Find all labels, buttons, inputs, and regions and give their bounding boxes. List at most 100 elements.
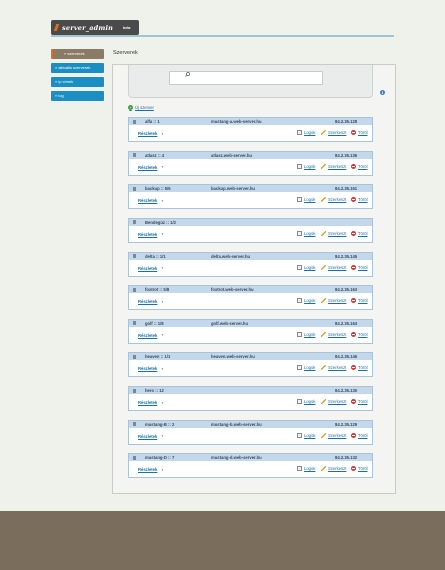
logs-link[interactable]: Logok <box>297 466 316 472</box>
logs-link[interactable]: Logok <box>297 365 315 371</box>
delete-label: Töröl <box>358 432 368 438</box>
server-icon <box>133 388 136 393</box>
details-link[interactable]: Részletek <box>138 232 157 237</box>
chevron-down-icon[interactable]: ▼ <box>161 401 164 405</box>
nav-item-ip-addresses[interactable]: » ip címek <box>51 77 104 87</box>
logs-label: Logok <box>304 163 316 169</box>
logs-label: Logok <box>304 466 316 472</box>
server-host: delta.web-server.hu <box>211 253 251 259</box>
edit-link[interactable]: Szerkeszt <box>321 432 346 438</box>
chevron-down-icon[interactable]: ▼ <box>161 132 164 136</box>
delete-icon <box>351 163 356 169</box>
details-link[interactable]: Részletek <box>138 266 157 271</box>
server-card: backup :: 5/6 backup.web-server.hu 84.2.… <box>128 184 373 210</box>
details-link[interactable]: Részletek <box>138 299 157 304</box>
nav-item-current-servers[interactable]: » aktuális szerverek <box>51 63 104 73</box>
delete-link[interactable]: Töröl <box>351 298 368 304</box>
server-card-header: hero :: 12 84.2.35.130 <box>129 387 372 395</box>
edit-link[interactable]: Szerkeszt <box>321 365 346 371</box>
logs-link[interactable]: Logok <box>297 264 315 270</box>
server-card: mustang-D :: 7 mustang-d.web-server.hu 8… <box>128 453 373 479</box>
logs-link[interactable]: Logok <box>297 331 316 337</box>
nav-item-log[interactable]: » log <box>51 91 104 101</box>
logs-link[interactable]: Logok <box>297 432 315 438</box>
server-card-header: delta :: 1/1 delta.web-server.hu 84.2.35… <box>129 252 372 260</box>
details-link[interactable]: Részletek <box>138 366 157 371</box>
delete-link[interactable]: Töröl <box>351 365 368 371</box>
delete-link[interactable]: Töröl <box>351 432 368 438</box>
nav-item-servers[interactable]: » szerverek <box>51 49 104 59</box>
details-link[interactable]: Részletek <box>138 333 157 338</box>
delete-label: Töröl <box>358 399 368 405</box>
chevron-down-icon[interactable]: ▼ <box>161 266 164 270</box>
server-icon <box>133 153 136 158</box>
logs-link[interactable]: Logok <box>297 230 315 236</box>
delete-link[interactable]: Töröl <box>351 163 368 169</box>
server-icon <box>133 354 136 359</box>
delete-icon <box>351 331 356 337</box>
server-icon <box>133 220 136 225</box>
details-link[interactable]: Részletek <box>138 434 157 439</box>
details-link[interactable]: Részletek <box>138 165 157 170</box>
delete-link[interactable]: Töröl <box>351 130 368 135</box>
server-card-header: atlasz :: 4 atlasz.web-server.hu 84.2.35… <box>129 151 372 159</box>
search-input[interactable] <box>169 71 323 85</box>
chevron-down-icon[interactable]: ▼ <box>161 333 164 337</box>
server-ip: 84.2.35.128 <box>335 119 358 124</box>
log-icon <box>297 197 302 203</box>
server-icon <box>133 287 136 292</box>
delete-link[interactable]: Töröl <box>351 197 368 203</box>
logs-link[interactable]: Logok <box>297 163 316 169</box>
logo[interactable]: server_admin beta <box>51 20 139 35</box>
logs-link[interactable]: Logok <box>297 130 315 135</box>
edit-link[interactable]: Szerkeszt <box>321 331 346 337</box>
edit-link[interactable]: Szerkeszt <box>321 230 346 236</box>
edit-link[interactable]: Szerkeszt <box>321 197 346 203</box>
delete-link[interactable]: Töröl <box>351 230 368 236</box>
server-card-header: Bendegúz :: 1/2 <box>129 218 372 226</box>
logs-label: Logok <box>304 399 316 405</box>
chevron-down-icon[interactable]: ▼ <box>161 232 164 236</box>
chevron-down-icon[interactable]: ▼ <box>161 468 164 472</box>
delete-icon <box>351 365 356 371</box>
server-host: backup.web-server.hu <box>211 186 255 192</box>
server-card-header: heaven :: 1/1 heaven.web-server.hu 84.2.… <box>129 353 372 361</box>
server-card-body: Részletek ▼ Logok Szerkeszt Töröl <box>129 394 372 410</box>
logs-link[interactable]: Logok <box>297 197 315 203</box>
edit-link[interactable]: Szerkeszt <box>321 163 346 169</box>
header-divider <box>139 35 394 37</box>
delete-label: Töröl <box>358 331 368 337</box>
add-server-link[interactable]: + Új szerver <box>128 105 154 110</box>
edit-link[interactable]: Szerkeszt <box>321 264 346 270</box>
details-link[interactable]: Részletek <box>138 198 157 203</box>
logs-label: Logok <box>304 331 316 337</box>
chevron-down-icon[interactable]: ▼ <box>161 300 164 304</box>
server-icon <box>133 455 136 460</box>
details-link[interactable]: Részletek <box>138 400 157 405</box>
sidebar-nav: » szerverek » aktuális szerverek » ip cí… <box>51 49 104 105</box>
info-icon[interactable] <box>380 90 385 95</box>
delete-link[interactable]: Töröl <box>351 331 368 337</box>
chevron-down-icon[interactable]: ▼ <box>161 199 164 203</box>
logs-link[interactable]: Logok <box>297 399 316 405</box>
details-link[interactable]: Részletek <box>138 467 157 472</box>
log-icon <box>297 298 302 304</box>
server-list: alfa :: 1 mustang-a.web-server.hu 84.2.3… <box>128 117 373 487</box>
server-ip: 84.2.35.164 <box>335 320 358 326</box>
edit-link[interactable]: Szerkeszt <box>321 399 346 405</box>
delete-label: Töröl <box>358 264 368 270</box>
chevron-down-icon[interactable]: ▼ <box>161 434 164 438</box>
delete-link[interactable]: Töröl <box>351 466 368 472</box>
edit-link[interactable]: Szerkeszt <box>321 298 346 304</box>
edit-link[interactable]: Szerkeszt <box>321 130 346 135</box>
server-host: mustang-a.web-server.hu <box>211 119 262 124</box>
logs-link[interactable]: Logok <box>297 298 315 304</box>
delete-icon <box>351 399 356 405</box>
details-link[interactable]: Részletek <box>138 131 157 136</box>
edit-link[interactable]: Szerkeszt <box>321 466 346 472</box>
delete-link[interactable]: Töröl <box>351 399 368 405</box>
chevron-down-icon[interactable]: ▼ <box>161 165 164 169</box>
server-card-header: golf :: 1/8 golf.web-server.hu 84.2.35.1… <box>129 319 372 327</box>
chevron-down-icon[interactable]: ▼ <box>161 367 164 371</box>
delete-link[interactable]: Töröl <box>351 264 368 270</box>
